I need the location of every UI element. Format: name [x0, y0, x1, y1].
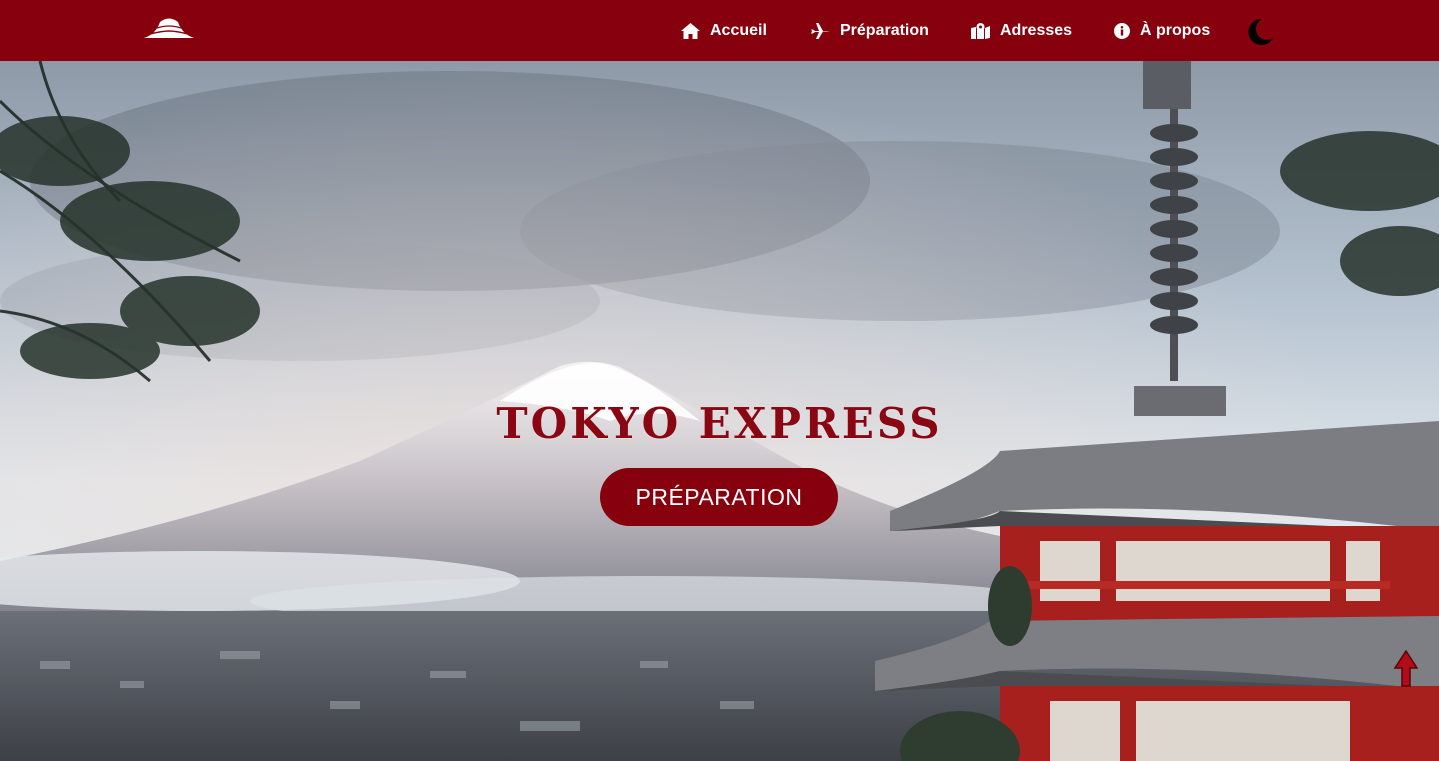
- plane-icon: [811, 22, 830, 39]
- home-icon: [681, 22, 700, 39]
- preparation-button[interactable]: PRÉPARATION: [600, 468, 838, 526]
- info-circle-icon: [1114, 22, 1130, 39]
- nav-item-label: Adresses: [1000, 21, 1073, 39]
- nav-item-preparation[interactable]: Préparation: [811, 0, 929, 61]
- hero-section: TOKYO EXPRESS PRÉPARATION: [0, 61, 1439, 761]
- mount-fuji-logo-icon[interactable]: [142, 14, 196, 42]
- nav-item-label: Préparation: [840, 21, 929, 39]
- nav-item-accueil[interactable]: Accueil: [681, 0, 767, 61]
- nav-item-a-propos[interactable]: À propos: [1114, 0, 1210, 61]
- arrow-up-icon[interactable]: [1394, 650, 1418, 688]
- moon-icon[interactable]: [1244, 16, 1276, 48]
- navbar: Accueil Préparation Adresses À propos: [0, 0, 1439, 61]
- nav-item-label: À propos: [1140, 21, 1211, 39]
- nav-item-adresses[interactable]: Adresses: [971, 0, 1072, 61]
- hero-title: TOKYO EXPRESS: [496, 399, 943, 449]
- map-marked-icon: [971, 22, 990, 39]
- nav-item-label: Accueil: [710, 21, 767, 39]
